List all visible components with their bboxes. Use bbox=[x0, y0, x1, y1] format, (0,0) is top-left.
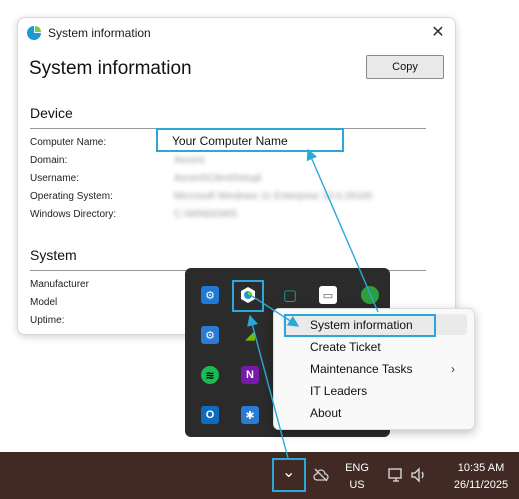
arrow-to-tray-icon bbox=[247, 314, 289, 459]
annotation-arrows bbox=[247, 148, 379, 459]
arrow-to-computer-name bbox=[306, 148, 379, 313]
arrow-to-menu-item bbox=[251, 295, 300, 327]
